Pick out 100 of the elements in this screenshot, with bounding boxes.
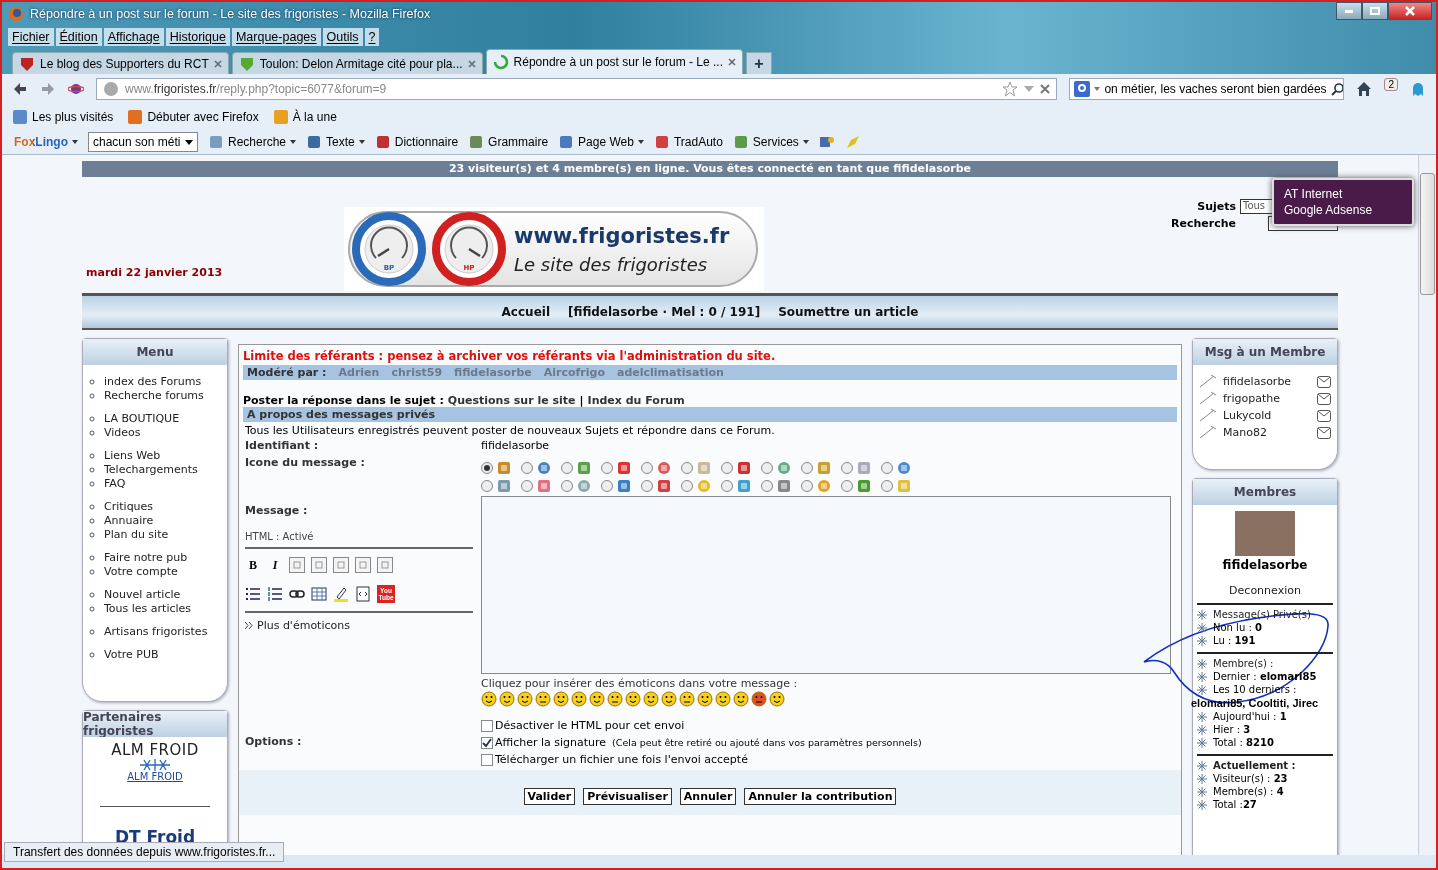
topic-link[interactable]: Questions sur le site [447, 394, 576, 407]
menu-link[interactable]: Telechargements [104, 463, 198, 476]
radio-button[interactable] [561, 462, 573, 474]
menu-link[interactable]: index des Forums [104, 375, 202, 388]
format-button[interactable] [333, 557, 349, 573]
close-icon[interactable] [1040, 84, 1051, 94]
nav-link[interactable]: Accueil [501, 305, 550, 319]
toolbar-button[interactable]: Dictionnaire [374, 134, 459, 150]
menu-link[interactable]: LA BOUTIQUE [104, 412, 180, 425]
code-icon[interactable] [355, 586, 371, 602]
close-button[interactable] [1388, 2, 1432, 20]
menu-link[interactable]: Videos [104, 426, 141, 439]
member-link[interactable]: fifidelasorbe [1223, 374, 1311, 388]
search-icon[interactable] [1330, 82, 1344, 96]
member-link[interactable]: frigopathe [1223, 391, 1311, 405]
browser-tab[interactable]: Toulon: Delon Armitage cité pour pla... [231, 52, 483, 74]
logout-link[interactable]: Deconnexion [1229, 584, 1301, 597]
dropdown-icon[interactable] [1024, 86, 1035, 92]
search-field[interactable]: on métier, les vaches seront bien gardées [1069, 78, 1345, 100]
menu-link[interactable]: Recherche forums [104, 389, 204, 402]
radio-button[interactable] [881, 480, 893, 492]
smiley-icon[interactable] [697, 691, 713, 707]
radio-button[interactable] [601, 480, 613, 492]
highlighter-icon[interactable] [333, 586, 349, 602]
minimize-button[interactable] [1336, 2, 1362, 20]
close-tab-button[interactable] [467, 59, 476, 68]
table-icon[interactable] [311, 586, 327, 602]
member-link[interactable]: Mano82 [1223, 425, 1311, 439]
bookmark-link[interactable]: Les plus visités [12, 109, 114, 125]
smiley-icon[interactable] [553, 691, 569, 707]
smiley-icon[interactable] [643, 691, 659, 707]
radio-button[interactable] [601, 462, 613, 474]
checkbox[interactable] [481, 753, 493, 766]
smiley-icon[interactable] [751, 691, 767, 707]
more-emoticons-link[interactable]: Plus d'émoticons [257, 619, 350, 632]
scrollbar[interactable] [1418, 155, 1436, 855]
checkbox-label[interactable]: Télécharger un fichier une fois l'envoi accepté [495, 753, 748, 766]
close-tab-button[interactable] [213, 59, 222, 68]
members-link[interactable]: Membre(s) : [1213, 658, 1274, 669]
toolbar-button[interactable]: Recherche [208, 134, 297, 150]
form-button[interactable]: Prévisualiser [583, 788, 672, 805]
radio-button[interactable] [681, 462, 693, 474]
numbered-list-icon[interactable] [267, 586, 283, 602]
star-icon[interactable] [1002, 81, 1019, 97]
menu-item[interactable]: Historique [165, 28, 230, 46]
toolbar-button[interactable]: Services [732, 134, 809, 150]
form-button[interactable]: Annuler la contribution [744, 788, 897, 805]
radio-button[interactable] [641, 480, 653, 492]
smiley-icon[interactable] [769, 691, 785, 707]
radio-button[interactable] [841, 480, 853, 492]
form-button[interactable]: Annuler [679, 788, 737, 805]
menu-link[interactable]: Artisans frigoristes [104, 625, 208, 638]
radio-button[interactable] [481, 480, 493, 492]
menu-link[interactable]: Tous les articles [104, 602, 192, 615]
toolbar-logo[interactable]: FoxLingo [14, 135, 68, 149]
menu-link[interactable]: Nouvel article [104, 588, 181, 601]
nav-link[interactable]: [fifidelasorbe · Mel : 0 / 191] [568, 305, 761, 319]
radio-button[interactable] [761, 462, 773, 474]
menu-link[interactable]: Plan du site [104, 528, 169, 541]
caret-icon[interactable] [1094, 87, 1101, 91]
bold-button[interactable]: B [245, 557, 261, 573]
menu-link[interactable]: Liens Web [104, 449, 161, 462]
envelope-icon[interactable] [1317, 391, 1331, 405]
menu-item[interactable]: Affichage [103, 28, 164, 46]
current-link[interactable]: Actuellement : [1213, 760, 1296, 771]
browser-tab[interactable]: Le blog des Supporters du RCT [12, 52, 229, 74]
menu-link[interactable]: FAQ [104, 477, 126, 490]
radio-button[interactable] [761, 480, 773, 492]
envelope-icon[interactable] [1317, 408, 1331, 422]
checkbox[interactable] [481, 719, 493, 732]
radio-button[interactable] [801, 462, 813, 474]
menu-link[interactable]: Critiques [104, 500, 154, 513]
address-bar[interactable]: www.frigoristes.fr/reply.php?topic=6077&forum=9 [96, 78, 1058, 100]
browser-tab[interactable]: Répondre à un post sur le forum - Le ... [485, 49, 743, 74]
format-button[interactable] [311, 557, 327, 573]
new-tab-button[interactable]: + [746, 52, 772, 74]
menu-link[interactable]: Annuaire [104, 514, 154, 527]
menu-item[interactable]: Fichier [8, 28, 54, 46]
menu-item[interactable]: Marque-pages [231, 28, 321, 46]
radio-button[interactable] [721, 480, 733, 492]
smiley-icon[interactable] [625, 691, 641, 707]
radio-button[interactable] [801, 480, 813, 492]
italic-button[interactable]: I [267, 557, 283, 573]
smiley-icon[interactable] [481, 691, 497, 707]
toolbar-button[interactable]: Grammaire [468, 134, 549, 150]
radio-button[interactable] [681, 480, 693, 492]
smiley-icon[interactable] [607, 691, 623, 707]
smiley-icon[interactable] [571, 691, 587, 707]
smiley-icon[interactable] [715, 691, 731, 707]
envelope-icon[interactable] [1317, 425, 1331, 439]
menu-link[interactable]: Faire notre pub [104, 551, 188, 564]
menu-link[interactable]: Votre compte [104, 565, 178, 578]
toolbar-button[interactable]: Page Web [558, 134, 644, 150]
smiley-icon[interactable] [535, 691, 551, 707]
checkbox-label[interactable]: Désactiver le HTML pour cet envoi [495, 719, 685, 732]
forward-icon[interactable] [40, 81, 56, 97]
smiley-icon[interactable] [679, 691, 695, 707]
planet-icon[interactable] [68, 81, 84, 97]
search-engine-icon[interactable] [1074, 81, 1091, 97]
close-tab-button[interactable] [728, 58, 736, 66]
